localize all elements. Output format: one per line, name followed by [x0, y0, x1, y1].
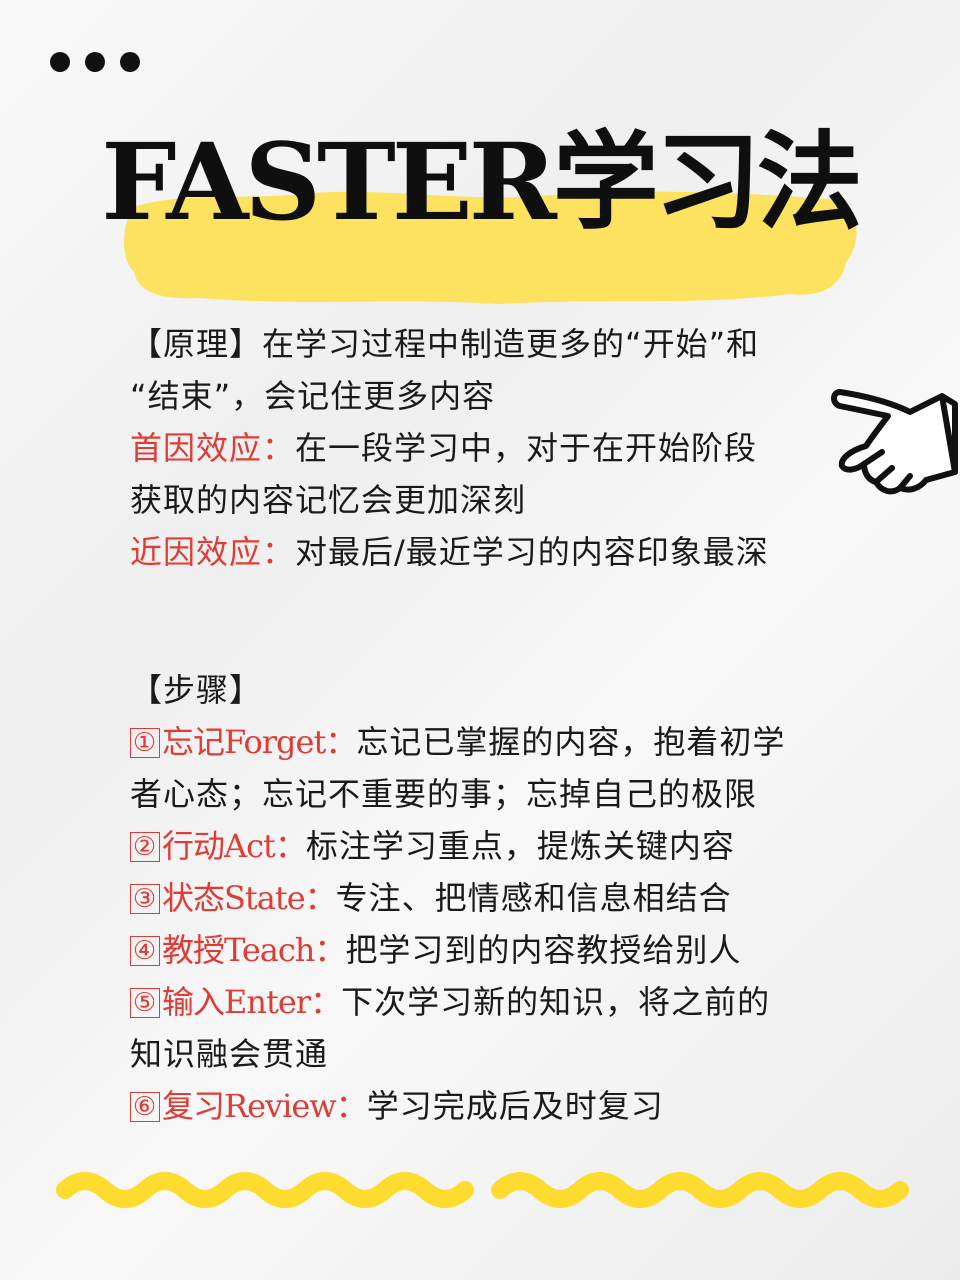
primacy-label: 首因效应：	[130, 429, 296, 467]
principle-line-2: “结束”，会记住更多内容	[130, 377, 496, 415]
step-number-badge: ⑥	[130, 1092, 160, 1122]
decorative-squiggle	[56, 1172, 909, 1208]
step-title: 输入Enter：	[162, 983, 342, 1021]
step-number-badge: ⑤	[130, 988, 160, 1018]
pointing-hand-icon	[831, 389, 958, 495]
recency-effect: 近因效应：对最后/最近学习的内容印象最深	[130, 533, 769, 571]
primacy-effect: 首因效应：在一段学习中，对于在开始阶段	[130, 429, 758, 467]
recency-label: 近因效应：	[130, 533, 296, 571]
step-title: 忘记Forget：	[162, 723, 357, 761]
step-item: ⑥ 复习Review：学习完成后及时复习	[130, 1080, 840, 1132]
article-body: 【原理】在学习过程中制造更多的“开始”和 “结束”，会记住更多内容 首因效应：在…	[130, 318, 840, 1132]
step-item: ① 忘记Forget：忘记已掌握的内容，抱着初学	[130, 716, 840, 768]
step-item: ④ 教授Teach：把学习到的内容教授给别人	[130, 924, 840, 976]
step-item: ⑤ 输入Enter：下次学习新的知识，将之前的	[130, 976, 840, 1028]
principle-label: 【原理】	[130, 325, 263, 363]
primacy-effect-line-2: 获取的内容记忆会更加深刻	[130, 481, 527, 519]
step-number-badge: ②	[130, 832, 160, 862]
step-item-continued: 知识融会贯通	[130, 1035, 329, 1073]
step-item: ③ 状态State：专注、把情感和信息相结合	[130, 872, 840, 924]
step-item: ② 行动Act：标注学习重点，提炼关键内容	[130, 820, 840, 872]
step-number-badge: ③	[130, 884, 160, 914]
step-number-badge: ①	[130, 728, 160, 758]
step-title: 教授Teach：	[162, 931, 346, 969]
step-title: 状态State：	[162, 879, 337, 917]
step-item-continued: 者心态；忘记不重要的事；忘掉自己的极限	[130, 775, 758, 813]
step-number-badge: ④	[130, 936, 160, 966]
step-title: 复习Review：	[162, 1087, 368, 1125]
step-title: 行动Act：	[162, 827, 307, 865]
page-title: FASTER学习法	[101, 119, 863, 244]
principle-line-1: 【原理】在学习过程中制造更多的“开始”和	[130, 325, 760, 363]
steps-header: 【步骤】	[130, 671, 263, 709]
